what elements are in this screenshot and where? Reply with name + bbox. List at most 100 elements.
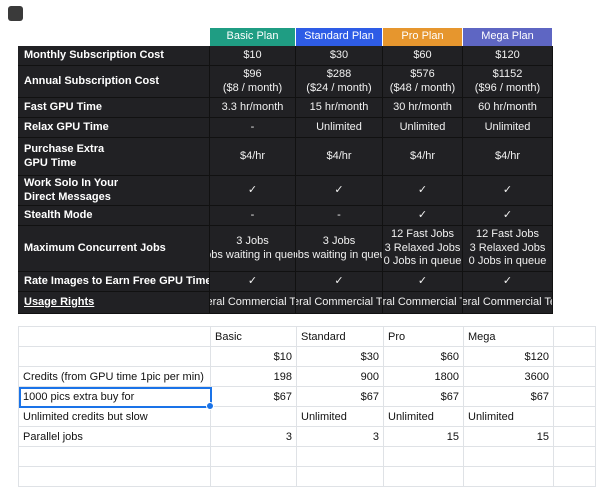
sheet-cell[interactable]: Basic — [211, 327, 297, 347]
sheet-cell[interactable] — [554, 467, 596, 487]
table-row: Fast GPU Time 3.3 hr/month 15 hr/month 3… — [18, 98, 553, 118]
sheet-cell[interactable] — [297, 447, 384, 467]
sheet-cell[interactable]: Pro — [384, 327, 464, 347]
sheet-cell[interactable]: Unlimited — [384, 407, 464, 427]
sheet-cell[interactable]: Unlimited — [297, 407, 384, 427]
table-row: Work Solo In Your Direct Messages ✓ ✓ ✓ … — [18, 176, 553, 206]
sheet-cell[interactable]: $67 — [297, 387, 384, 407]
sheet-cell[interactable]: $67 — [211, 387, 297, 407]
sheet-row: Basic Standard Pro Mega — [19, 327, 596, 347]
sheet-cell[interactable] — [211, 447, 297, 467]
row-label: Work Solo In Your Direct Messages — [18, 176, 210, 206]
sheet-row: Parallel jobs 3 3 15 15 — [19, 427, 596, 447]
sheet-cell[interactable] — [554, 367, 596, 387]
sheet-cell[interactable]: 15 — [384, 427, 464, 447]
sheet-cell[interactable]: $67 — [464, 387, 554, 407]
sheet-cell[interactable]: Credits (from GPU time 1pic per min) — [19, 367, 211, 387]
sheet-cell[interactable] — [554, 407, 596, 427]
table-row: Rate Images to Earn Free GPU Time ✓ ✓ ✓ … — [18, 272, 553, 292]
sheet-cell[interactable] — [554, 427, 596, 447]
checkmark-cell: ✓ — [383, 176, 463, 206]
table-row: Relax GPU Time - Unlimited Unlimited Unl… — [18, 118, 553, 138]
table-row: Stealth Mode - - ✓ ✓ — [18, 206, 553, 226]
row-label: Purchase Extra GPU Time — [18, 138, 210, 176]
plan-header-pro: Pro Plan — [383, 28, 463, 46]
sheet-cell[interactable] — [384, 447, 464, 467]
cell: $576 ($48 / month) — [383, 66, 463, 98]
sheet-cell[interactable]: $10 — [211, 347, 297, 367]
sheet-cell[interactable]: 15 — [464, 427, 554, 447]
checkmark-cell: ✓ — [463, 176, 553, 206]
table-row: Usage Rights General Commercial Terms Ge… — [18, 292, 553, 314]
sheet-cell[interactable]: 3 — [211, 427, 297, 447]
sheet-cell[interactable] — [19, 347, 211, 367]
sheet-cell[interactable] — [554, 347, 596, 367]
sheet-cell[interactable]: $67 — [384, 387, 464, 407]
checkmark-cell: ✓ — [463, 206, 553, 226]
cell: $1152 ($96 / month) — [463, 66, 553, 98]
sheet-cell[interactable]: Unlimited — [464, 407, 554, 427]
sheet-cell[interactable]: 198 — [211, 367, 297, 387]
cell: $10 — [210, 46, 296, 66]
spreadsheet-canvas: Basic Plan Standard Plan Pro Plan Mega P… — [0, 0, 600, 490]
sheet-cell[interactable]: 3 — [297, 427, 384, 447]
sheet-cell[interactable] — [554, 327, 596, 347]
sheet-cell[interactable]: 1800 — [384, 367, 464, 387]
checkmark-cell: ✓ — [210, 176, 296, 206]
cell: 3.3 hr/month — [210, 98, 296, 118]
sheet-row — [19, 447, 596, 467]
cell: General Commercial Terms — [296, 292, 383, 314]
cell: $60 — [383, 46, 463, 66]
sheet-row: $10 $30 $60 $120 — [19, 347, 596, 367]
fill-handle[interactable] — [206, 402, 214, 410]
cell: - — [210, 118, 296, 138]
cell: Unlimited — [383, 118, 463, 138]
sheet-cell[interactable] — [554, 387, 596, 407]
sheet-cell[interactable] — [19, 327, 211, 347]
checkmark-cell: ✓ — [296, 176, 383, 206]
plan-header-basic: Basic Plan — [210, 28, 296, 46]
sheet-cell[interactable]: Standard — [297, 327, 384, 347]
cell: $4/hr — [296, 138, 383, 176]
checkmark-cell: ✓ — [383, 206, 463, 226]
sheet-cell[interactable] — [384, 467, 464, 487]
cell: 15 hr/month — [296, 98, 383, 118]
sheet-row — [19, 467, 596, 487]
sheet-cell[interactable]: $60 — [384, 347, 464, 367]
sheet-row: Unlimited credits but slow Unlimited Unl… — [19, 407, 596, 427]
sheet-cell[interactable]: Unlimited credits but slow — [19, 407, 211, 427]
sheet-cell[interactable]: Mega — [464, 327, 554, 347]
pricing-comparison-table[interactable]: Basic Plan Standard Plan Pro Plan Mega P… — [18, 28, 553, 314]
sheet-cell[interactable]: Parallel jobs — [19, 427, 211, 447]
sheet-cell[interactable] — [211, 407, 297, 427]
sheet-cell[interactable] — [464, 467, 554, 487]
cell: $4/hr — [210, 138, 296, 176]
row-label: Fast GPU Time — [18, 98, 210, 118]
cell: Unlimited — [463, 118, 553, 138]
cell: $4/hr — [463, 138, 553, 176]
cell: $288 ($24 / month) — [296, 66, 383, 98]
sheet-grid: Basic Standard Pro Mega $10 $30 $60 $120… — [18, 326, 596, 487]
sheet-cell[interactable]: 900 — [297, 367, 384, 387]
checkmark-cell: ✓ — [383, 272, 463, 292]
cell: $120 — [463, 46, 553, 66]
cell-selection[interactable] — [19, 387, 212, 408]
sheet-cell[interactable] — [297, 467, 384, 487]
sheet-cell[interactable]: $30 — [297, 347, 384, 367]
sheet-cell[interactable]: 3600 — [464, 367, 554, 387]
sheet-cell[interactable] — [464, 447, 554, 467]
sheet-row: Credits (from GPU time 1pic per min) 198… — [19, 367, 596, 387]
plan-header-standard: Standard Plan — [296, 28, 383, 46]
cell: $96 ($8 / month) — [210, 66, 296, 98]
plan-header-mega: Mega Plan — [463, 28, 553, 46]
sheet-cell[interactable] — [19, 467, 211, 487]
sheet-cell[interactable]: $120 — [464, 347, 554, 367]
sheet-cell[interactable] — [19, 447, 211, 467]
cell: - — [296, 206, 383, 226]
table-row: Purchase Extra GPU Time $4/hr $4/hr $4/h… — [18, 138, 553, 176]
usage-rights-link[interactable]: Usage Rights — [18, 292, 210, 314]
cell: 60 hr/month — [463, 98, 553, 118]
sheet-cell[interactable] — [211, 467, 297, 487]
sheet-cell[interactable] — [554, 447, 596, 467]
row-label: Stealth Mode — [18, 206, 210, 226]
